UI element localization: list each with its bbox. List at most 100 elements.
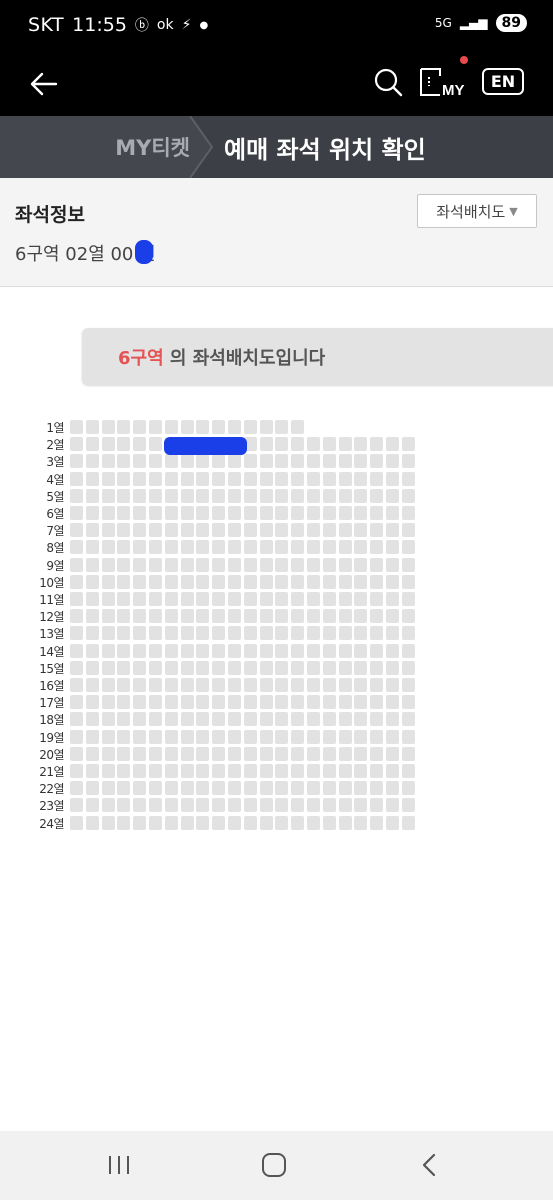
seat[interactable] [259, 815, 273, 830]
seat[interactable] [117, 781, 131, 796]
seat[interactable] [164, 729, 178, 744]
seat[interactable] [180, 815, 194, 830]
seat[interactable] [70, 540, 83, 555]
seat[interactable] [85, 643, 99, 658]
seat[interactable] [386, 781, 399, 796]
seat[interactable] [101, 506, 115, 520]
seat[interactable] [212, 798, 226, 813]
seat[interactable] [149, 678, 162, 692]
seat[interactable] [291, 660, 305, 675]
seat[interactable] [228, 798, 241, 813]
seat[interactable] [228, 454, 241, 469]
seat[interactable] [401, 643, 415, 658]
seat[interactable] [386, 574, 399, 589]
seat[interactable] [370, 488, 384, 503]
seat[interactable] [180, 660, 194, 675]
seat[interactable] [228, 781, 241, 796]
seat[interactable] [275, 626, 289, 641]
seat[interactable] [354, 437, 368, 452]
seat[interactable] [117, 437, 131, 452]
seat[interactable] [386, 557, 399, 572]
seat[interactable] [85, 506, 99, 520]
seat[interactable] [370, 643, 384, 658]
seat[interactable] [386, 471, 399, 486]
seat[interactable] [259, 764, 273, 778]
seat[interactable] [307, 557, 320, 572]
seat[interactable] [117, 660, 131, 675]
seat[interactable] [338, 592, 352, 606]
seat[interactable] [322, 729, 336, 744]
seat[interactable] [354, 523, 368, 538]
seat[interactable] [243, 695, 257, 710]
seat[interactable] [275, 764, 289, 778]
seat[interactable] [401, 557, 415, 572]
seat[interactable] [338, 746, 352, 761]
seat[interactable] [370, 695, 384, 710]
seat[interactable] [291, 695, 305, 710]
seat[interactable] [275, 609, 289, 624]
seat[interactable] [370, 574, 384, 589]
seat[interactable] [291, 592, 305, 606]
seat[interactable] [386, 660, 399, 675]
seat[interactable] [164, 506, 178, 520]
seat[interactable] [338, 729, 352, 744]
seat[interactable] [401, 592, 415, 606]
seat[interactable] [354, 695, 368, 710]
seat[interactable] [196, 420, 210, 434]
seat[interactable] [85, 471, 99, 486]
seat[interactable] [243, 592, 257, 606]
seat[interactable] [401, 471, 415, 486]
seat[interactable] [354, 712, 368, 727]
seat[interactable] [70, 557, 83, 572]
language-button[interactable]: EN [482, 68, 524, 95]
seat[interactable] [117, 729, 131, 744]
seat[interactable] [85, 454, 99, 469]
seat[interactable] [291, 815, 305, 830]
seat[interactable] [401, 712, 415, 727]
seat[interactable] [291, 488, 305, 503]
seat[interactable] [133, 626, 147, 641]
seat[interactable] [117, 574, 131, 589]
seat[interactable] [338, 815, 352, 830]
seat[interactable] [101, 471, 115, 486]
seat[interactable] [180, 592, 194, 606]
seat[interactable] [70, 660, 83, 675]
seat[interactable] [291, 557, 305, 572]
seat[interactable] [117, 454, 131, 469]
seat[interactable] [149, 660, 162, 675]
seat[interactable] [322, 592, 336, 606]
seat[interactable] [180, 540, 194, 555]
breadcrumb-parent[interactable]: MY티켓 [0, 116, 212, 178]
seat[interactable] [101, 643, 115, 658]
seat[interactable] [180, 506, 194, 520]
seat[interactable] [101, 574, 115, 589]
seat[interactable] [101, 523, 115, 538]
seat[interactable] [307, 798, 320, 813]
seat[interactable] [307, 488, 320, 503]
seat[interactable] [370, 626, 384, 641]
seat[interactable] [180, 729, 194, 744]
back-arrow-icon[interactable] [26, 66, 62, 102]
seat[interactable] [101, 815, 115, 830]
seat[interactable] [164, 712, 178, 727]
seat[interactable] [354, 746, 368, 761]
seat[interactable] [275, 540, 289, 555]
seat[interactable] [401, 815, 415, 830]
seat[interactable] [386, 437, 399, 452]
seat[interactable] [180, 454, 194, 469]
seat[interactable] [70, 815, 83, 830]
seat[interactable] [228, 471, 241, 486]
seat[interactable] [85, 798, 99, 813]
seat[interactable] [164, 592, 178, 606]
search-icon[interactable] [370, 64, 406, 100]
seat[interactable] [70, 437, 83, 452]
seat[interactable] [259, 609, 273, 624]
seat[interactable] [196, 781, 210, 796]
seat[interactable] [291, 729, 305, 744]
seat[interactable] [85, 540, 99, 555]
seat[interactable] [307, 764, 320, 778]
seat[interactable] [164, 660, 178, 675]
seat[interactable] [259, 420, 273, 434]
seat[interactable] [338, 764, 352, 778]
seat[interactable] [322, 695, 336, 710]
